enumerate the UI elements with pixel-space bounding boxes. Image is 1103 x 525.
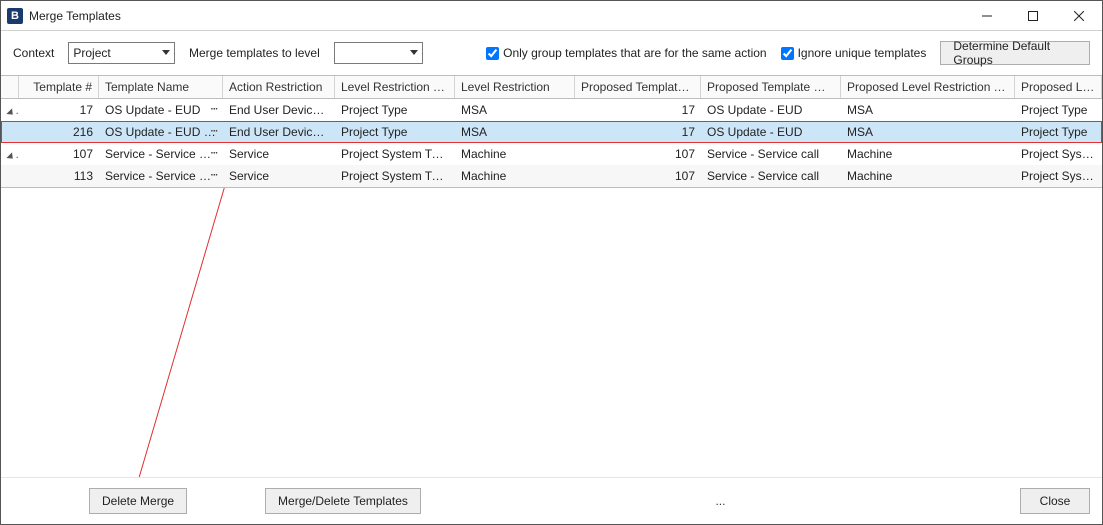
ignore-unique-checkbox[interactable]: Ignore unique templates <box>781 46 927 60</box>
delete-merge-label: Delete Merge <box>102 494 174 508</box>
footer-ellipsis: ... <box>715 494 725 508</box>
chevron-down-icon <box>158 43 174 63</box>
ignore-unique-input[interactable] <box>781 47 794 60</box>
cell-template-num: 107 <box>19 144 99 164</box>
ellipsis-button[interactable]: ··· <box>206 101 222 119</box>
col-proposed-num[interactable]: Proposed Template # <box>575 76 701 98</box>
cell-level-restriction-type: Project System Type <box>335 144 455 164</box>
cell-template-name: Service - Service call (C··· <box>99 166 223 186</box>
cell-proposed-lr: Project Type <box>1015 122 1102 142</box>
close-window-button[interactable] <box>1056 1 1102 31</box>
cell-level-restriction: MSA <box>455 122 575 142</box>
only-group-label: Only group templates that are for the sa… <box>503 46 766 60</box>
cell-proposed-num: 107 <box>575 166 701 186</box>
only-group-checkbox[interactable]: Only group templates that are for the sa… <box>486 46 766 60</box>
col-proposed-lrt[interactable]: Proposed Level Restriction Type <box>841 76 1015 98</box>
cell-proposed-name: Service - Service call <box>701 144 841 164</box>
cell-template-num: 216 <box>19 122 99 142</box>
col-level-restriction-type[interactable]: Level Restriction Type <box>335 76 455 98</box>
cell-action-restriction: Service <box>223 144 335 164</box>
merge-delete-templates-label: Merge/Delete Templates <box>278 494 408 508</box>
grid-body: 17OS Update - EUD···End User Device HWPr… <box>1 99 1102 187</box>
cell-proposed-num: 17 <box>575 100 701 120</box>
toolbar: Context Project Merge templates to level… <box>1 31 1102 75</box>
col-level-restriction[interactable]: Level Restriction <box>455 76 575 98</box>
chevron-down-icon <box>6 108 15 117</box>
cell-action-restriction: End User Device HW <box>223 122 335 142</box>
body-fill <box>1 188 1102 477</box>
ignore-unique-label: Ignore unique templates <box>798 46 927 60</box>
cell-template-name: OS Update - EUD··· <box>99 100 223 120</box>
ellipsis-button[interactable]: ··· <box>206 167 222 185</box>
cell-proposed-lrt: MSA <box>841 100 1015 120</box>
cell-level-restriction-type: Project Type <box>335 100 455 120</box>
context-combobox[interactable]: Project <box>68 42 175 64</box>
ellipsis-button[interactable]: ··· <box>206 145 222 163</box>
cell-proposed-num: 107 <box>575 144 701 164</box>
grid-header: Template # Template Name Action Restrict… <box>1 76 1102 99</box>
col-template-num[interactable]: Template # <box>19 76 99 98</box>
close-button[interactable]: Close <box>1020 488 1090 514</box>
minimize-icon <box>982 11 992 21</box>
table-row[interactable]: 17OS Update - EUD···End User Device HWPr… <box>1 99 1102 121</box>
cell-proposed-lr: Project System Type <box>1015 144 1102 164</box>
chevron-down-icon <box>6 152 15 161</box>
cell-proposed-lr: Project Type <box>1015 100 1102 120</box>
close-label: Close <box>1040 494 1071 508</box>
cell-proposed-name: OS Update - EUD <box>701 122 841 142</box>
cell-proposed-lrt: Machine <box>841 166 1015 186</box>
cell-level-restriction-type: Project System Type <box>335 166 455 186</box>
row-expander[interactable] <box>1 144 19 164</box>
row-expander <box>1 173 19 179</box>
cell-level-restriction-type: Project Type <box>335 122 455 142</box>
row-expander[interactable] <box>1 100 19 120</box>
cell-proposed-name: Service - Service call <box>701 166 841 186</box>
cell-template-name: OS Update - EUD (Copy··· <box>99 122 223 142</box>
delete-merge-button[interactable]: Delete Merge <box>89 488 187 514</box>
footer: Delete Merge Merge/Delete Templates ... … <box>1 477 1102 524</box>
window-title: Merge Templates <box>29 9 121 23</box>
cell-level-restriction: Machine <box>455 144 575 164</box>
title-bar: B Merge Templates <box>1 1 1102 31</box>
determine-default-groups-button[interactable]: Determine Default Groups <box>940 41 1090 65</box>
table-row[interactable]: 107Service - Service call···ServiceProje… <box>1 143 1102 165</box>
col-proposed-name[interactable]: Proposed Template Name <box>701 76 841 98</box>
ellipsis-button[interactable]: ··· <box>206 123 222 141</box>
cell-template-num: 17 <box>19 100 99 120</box>
chevron-down-icon <box>406 43 422 63</box>
row-expander <box>1 129 19 135</box>
cell-level-restriction: MSA <box>455 100 575 120</box>
context-value: Project <box>69 46 158 60</box>
minimize-button[interactable] <box>964 1 1010 31</box>
app-icon: B <box>7 8 23 24</box>
col-proposed-lr[interactable]: Proposed Level Restriction <box>1015 76 1102 98</box>
cell-proposed-lrt: MSA <box>841 122 1015 142</box>
col-expander[interactable] <box>1 76 19 98</box>
maximize-icon <box>1028 11 1038 21</box>
maximize-button[interactable] <box>1010 1 1056 31</box>
table-row[interactable]: 113Service - Service call (C···ServicePr… <box>1 165 1102 187</box>
merge-level-combobox[interactable] <box>334 42 423 64</box>
cell-action-restriction: End User Device HW <box>223 100 335 120</box>
only-group-input[interactable] <box>486 47 499 60</box>
context-label: Context <box>13 46 54 60</box>
cell-template-num: 113 <box>19 166 99 186</box>
cell-level-restriction: Machine <box>455 166 575 186</box>
col-action-restriction[interactable]: Action Restriction <box>223 76 335 98</box>
annotation-arrow <box>1 188 1102 477</box>
templates-grid: Template # Template Name Action Restrict… <box>1 75 1102 188</box>
col-template-name[interactable]: Template Name <box>99 76 223 98</box>
merge-delete-templates-button[interactable]: Merge/Delete Templates <box>265 488 421 514</box>
close-icon <box>1074 11 1084 21</box>
merge-templates-window: B Merge Templates Context Project Merge … <box>0 0 1103 525</box>
cell-action-restriction: Service <box>223 166 335 186</box>
cell-proposed-lrt: Machine <box>841 144 1015 164</box>
table-row[interactable]: 216OS Update - EUD (Copy···End User Devi… <box>1 121 1102 143</box>
cell-proposed-lr: Project System Type <box>1015 166 1102 186</box>
determine-default-groups-label: Determine Default Groups <box>953 39 1077 67</box>
cell-proposed-num: 17 <box>575 122 701 142</box>
merge-level-label: Merge templates to level <box>189 46 320 60</box>
cell-template-name: Service - Service call··· <box>99 144 223 164</box>
cell-proposed-name: OS Update - EUD <box>701 100 841 120</box>
